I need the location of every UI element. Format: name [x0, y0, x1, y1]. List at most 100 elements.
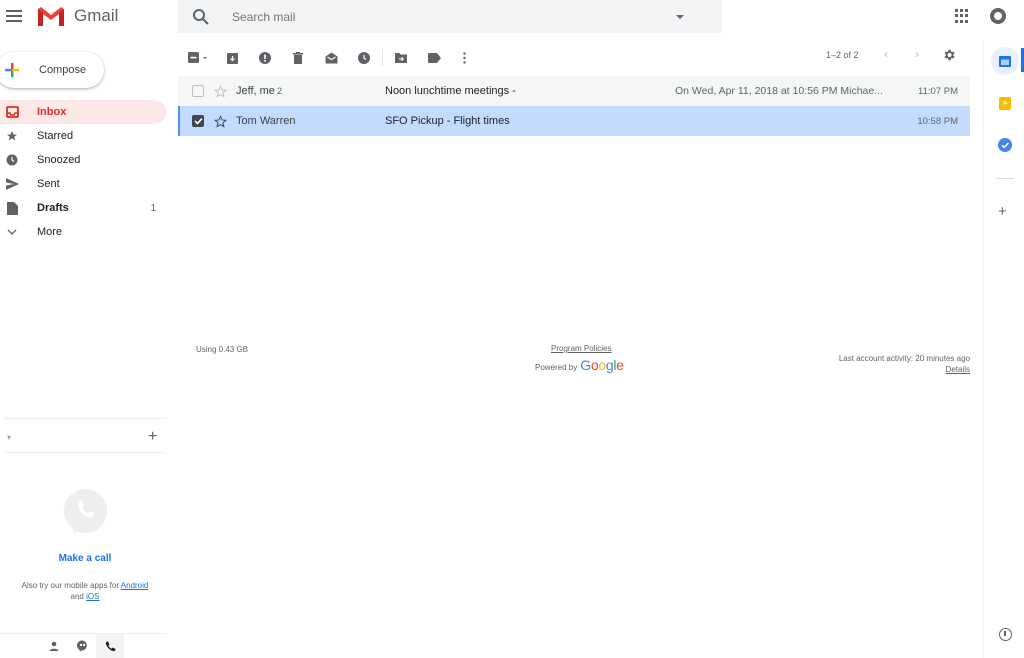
sender-name: Jeff, me [236, 85, 275, 97]
divider [996, 178, 1014, 179]
contacts-tab[interactable] [40, 634, 68, 658]
account-avatar[interactable] [990, 8, 1006, 24]
phone-icon [105, 641, 115, 651]
ios-link[interactable]: iOS [86, 592, 99, 601]
google-logo: Google [580, 357, 624, 373]
program-policies-link[interactable]: Program Policies [551, 344, 611, 353]
email-subject: Noon lunchtime meetings - [385, 85, 516, 97]
folder-move-icon [395, 53, 407, 63]
search-bar[interactable] [178, 0, 722, 33]
row-checkbox[interactable] [192, 85, 204, 97]
move-to-button[interactable] [391, 48, 411, 68]
star-icon [5, 129, 19, 143]
sender-name: Tom Warren [236, 115, 296, 127]
chevron-left-icon[interactable]: ‹ [884, 47, 888, 61]
star-outline-icon[interactable] [214, 114, 227, 128]
select-all-checkbox[interactable] [188, 48, 216, 68]
hangouts-phone-icon [63, 488, 108, 534]
pagination-text: 1–2 of 2 [826, 50, 859, 60]
drafts-count: 1 [150, 202, 156, 214]
compose-button[interactable]: Compose [0, 52, 104, 88]
report-spam-button[interactable] [255, 48, 275, 68]
email-row[interactable]: Tom Warren SFO Pickup - Flight times 10:… [178, 106, 970, 136]
mail-toolbar: 1–2 of 2 ‹ › [178, 44, 970, 72]
email-snippet: On Wed, Apr 11, 2018 at 10:56 PM Michae.… [675, 85, 883, 97]
email-time: 11:07 PM [918, 85, 958, 97]
add-addon-button[interactable]: + [998, 203, 1007, 220]
make-call-link[interactable]: Make a call [0, 553, 170, 564]
sidebar-item-label: Sent [37, 178, 60, 190]
mobile-apps-label: Also try our mobile apps for [21, 581, 119, 590]
row-checkbox-checked[interactable] [192, 115, 204, 127]
snooze-button[interactable] [354, 48, 374, 68]
hangouts-status-caret-icon[interactable]: ▾ [7, 433, 11, 442]
gmail-logo[interactable]: Gmail [36, 5, 118, 27]
delete-button[interactable] [288, 48, 308, 68]
powered-by-label: Powered by [535, 363, 578, 372]
apps-grid-icon[interactable] [955, 9, 969, 23]
chevron-down-icon [5, 225, 19, 239]
archive-button[interactable] [222, 48, 242, 68]
google-letter: G [580, 357, 591, 373]
tasks-button[interactable] [991, 131, 1019, 159]
sidebar-item-snoozed[interactable]: Snoozed [0, 148, 166, 172]
email-list: Jeff, me 2 Noon lunchtime meetings - On W… [178, 76, 970, 136]
last-activity-text: Last account activity: 20 minutes ago [838, 354, 970, 363]
chevron-right-icon[interactable]: › [915, 47, 919, 61]
conversations-tab[interactable] [68, 634, 96, 658]
sidebar-item-inbox[interactable]: Inbox [0, 100, 166, 124]
calendar-icon [999, 55, 1011, 67]
mark-read-icon [325, 52, 337, 64]
android-link[interactable]: Android [121, 581, 149, 590]
search-icon[interactable] [192, 8, 210, 26]
sidebar-item-label: Inbox [37, 106, 67, 118]
google-letter: e [616, 357, 624, 373]
email-row[interactable]: Jeff, me 2 Noon lunchtime meetings - On W… [178, 76, 970, 106]
sidebar-item-sent[interactable]: Sent [0, 172, 166, 196]
hangouts-tabs [40, 634, 124, 658]
main-menu-button[interactable] [6, 8, 22, 24]
divider [4, 418, 166, 419]
sidebar-item-starred[interactable]: Starred [0, 124, 166, 148]
google-letter: o [598, 357, 606, 373]
send-icon [5, 177, 19, 191]
activity-details-link[interactable]: Details [839, 364, 970, 375]
more-options-button[interactable] [454, 48, 474, 68]
phone-calls-tab[interactable] [96, 634, 124, 658]
plus-icon [5, 63, 19, 77]
divider [4, 452, 166, 453]
sidebar-item-label: More [37, 226, 63, 238]
spam-icon [259, 52, 271, 64]
sidebar-item-label: Starred [37, 130, 74, 142]
and-label: and [70, 592, 84, 601]
inbox-icon [5, 105, 19, 119]
search-input[interactable] [232, 9, 672, 24]
info-icon[interactable] [999, 628, 1012, 641]
checkbox-indeterminate-icon [188, 52, 207, 63]
gear-icon[interactable] [942, 48, 956, 62]
labels-button[interactable] [424, 48, 444, 68]
email-time: 10:58 PM [917, 115, 958, 127]
storage-usage: Using 0.43 GB [196, 345, 249, 354]
clock-icon [5, 153, 19, 167]
sidebar-item-more[interactable]: More [0, 220, 166, 244]
new-conversation-button[interactable]: + [148, 428, 157, 446]
mark-as-read-button[interactable] [321, 48, 341, 68]
keep-notes-icon [999, 96, 1011, 110]
keep-button[interactable] [991, 89, 1019, 117]
person-icon [49, 641, 59, 651]
search-options-icon[interactable] [676, 14, 684, 19]
more-vert-icon [462, 52, 466, 64]
sidebar-item-drafts[interactable]: Drafts 1 [0, 196, 166, 220]
trash-icon [293, 52, 303, 64]
star-outline-icon[interactable] [214, 84, 227, 98]
calendar-button[interactable] [991, 47, 1019, 75]
sidebar-nav: Inbox Starred Snoozed Sent Drafts 1 More [0, 100, 166, 244]
thread-count: 2 [276, 86, 282, 96]
compose-label: Compose [39, 64, 87, 76]
sidebar-item-label: Snoozed [37, 154, 81, 166]
email-sender: Tom Warren [236, 115, 298, 127]
label-icon [427, 53, 441, 63]
draft-icon [5, 201, 19, 215]
sidebar-item-label: Drafts [37, 202, 69, 214]
